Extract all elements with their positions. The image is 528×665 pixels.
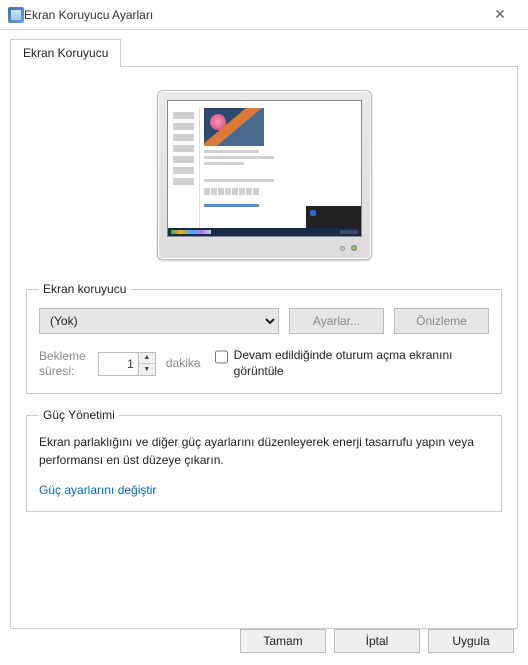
power-settings-link[interactable]: Güç ayarlarını değiştir bbox=[39, 483, 156, 497]
resume-label: Devam edildiğinde oturum açma ekranını g… bbox=[234, 348, 489, 379]
tab-content: Ekran koruyucu (Yok) Ayarlar... Önizleme… bbox=[10, 67, 518, 629]
titlebar: Ekran Koruyucu Ayarları ✕ bbox=[0, 0, 528, 30]
power-description: Ekran parlaklığını ve diğer güç ayarları… bbox=[39, 434, 489, 469]
spin-up-icon[interactable]: ▲ bbox=[139, 353, 155, 365]
app-icon bbox=[8, 7, 24, 23]
cancel-button[interactable]: İptal bbox=[334, 629, 420, 653]
spin-down-icon[interactable]: ▼ bbox=[139, 364, 155, 375]
wait-spinner[interactable]: ▲ ▼ bbox=[98, 352, 156, 376]
wait-label: Bekleme süresi: bbox=[39, 349, 88, 379]
wait-input[interactable] bbox=[98, 352, 138, 376]
preview-button[interactable]: Önizleme bbox=[394, 308, 489, 334]
tab-screensaver[interactable]: Ekran Koruyucu bbox=[10, 39, 121, 67]
power-group: Güç Yönetimi Ekran parlaklığını ve diğer… bbox=[26, 408, 502, 512]
resume-checkbox[interactable] bbox=[215, 350, 228, 364]
dialog-buttons: Tamam İptal Uygula bbox=[240, 629, 514, 653]
screensaver-legend: Ekran koruyucu bbox=[39, 282, 130, 296]
settings-button[interactable]: Ayarlar... bbox=[289, 308, 384, 334]
apply-button[interactable]: Uygula bbox=[428, 629, 514, 653]
close-icon[interactable]: ✕ bbox=[480, 6, 520, 23]
window-title: Ekran Koruyucu Ayarları bbox=[24, 8, 480, 22]
tab-strip: Ekran Koruyucu bbox=[10, 38, 518, 67]
screensaver-group: Ekran koruyucu (Yok) Ayarlar... Önizleme… bbox=[26, 282, 502, 394]
ok-button[interactable]: Tamam bbox=[240, 629, 326, 653]
screensaver-dropdown[interactable]: (Yok) bbox=[39, 308, 279, 334]
power-legend: Güç Yönetimi bbox=[39, 408, 119, 422]
monitor-preview bbox=[26, 90, 502, 260]
wait-unit: dakika bbox=[166, 356, 201, 371]
